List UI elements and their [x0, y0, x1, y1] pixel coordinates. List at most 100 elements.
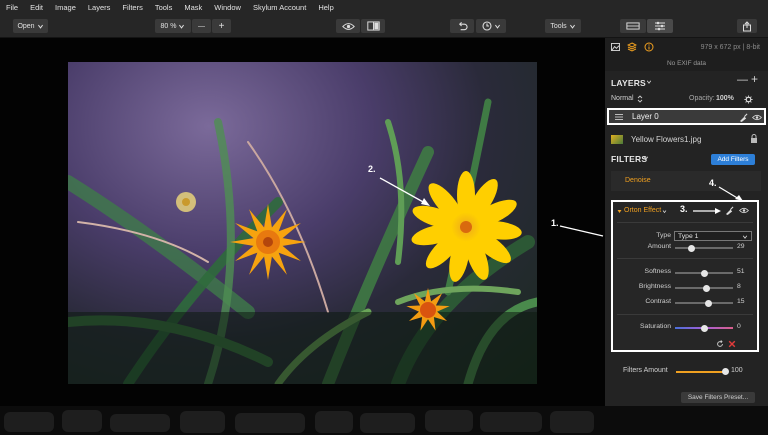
annotation-arrows	[379, 177, 604, 237]
tools-dropdown[interactable]: Tools	[545, 19, 581, 33]
brush-icon[interactable]	[725, 206, 734, 215]
type-label: Type	[656, 232, 671, 239]
slider-label-saturation: Saturation	[640, 323, 671, 330]
layer0-name: Layer 0	[632, 112, 659, 121]
image-dimensions: 979 x 672 px | 8-bit	[700, 44, 760, 51]
zoom-out-button[interactable]: —	[192, 19, 211, 33]
preview-button[interactable]	[336, 19, 360, 33]
filters-amount-value: 100	[731, 367, 743, 374]
adjustments-button[interactable]	[647, 19, 673, 33]
annotation-3: 3.	[680, 204, 688, 214]
lock-icon	[751, 134, 757, 143]
film-strip-icon	[626, 22, 640, 30]
blurred-filmstrip	[0, 406, 768, 435]
slider-knob-brightness[interactable]	[702, 284, 710, 292]
chevron-down-icon	[37, 24, 43, 29]
brush-icon[interactable]	[739, 113, 748, 122]
menu-edit[interactable]: Edit	[30, 3, 43, 12]
panel-view-button[interactable]	[620, 19, 646, 33]
remove-layer-button[interactable]: —	[737, 74, 748, 86]
slider-value-amount: 29	[737, 243, 745, 250]
slider-label-brightness: Brightness	[638, 283, 671, 290]
minus-label: —	[198, 22, 205, 30]
save-filters-preset-button[interactable]: Save Filters Preset...	[681, 392, 755, 403]
chevron-down-icon[interactable]	[643, 155, 649, 161]
bottom-strip	[0, 406, 768, 435]
menu-window[interactable]: Window	[214, 3, 241, 12]
add-filters-button[interactable]: Add Filters	[711, 154, 755, 165]
delete-filter-icon[interactable]	[728, 340, 736, 348]
slider-label-contrast: Contrast	[645, 298, 671, 305]
slider-knob-contrast[interactable]	[704, 299, 712, 307]
slider-value-contrast: 15	[737, 298, 745, 305]
menu-filters[interactable]: Filters	[122, 3, 142, 12]
blend-mode-select[interactable]: Normal	[611, 95, 634, 102]
exif-status: No EXIF data	[666, 60, 707, 67]
open-label: Open	[17, 22, 35, 30]
menu-bar: File Edit Image Layers Filters Tools Mas…	[0, 0, 768, 14]
image-canvas[interactable]: 2. 1.	[0, 38, 605, 406]
slider-value-saturation: 0	[737, 323, 741, 330]
slider-knob-softness[interactable]	[701, 269, 709, 277]
chevron-down-icon	[179, 24, 185, 29]
add-layer-button[interactable]: +	[751, 72, 758, 86]
slider-track-amount[interactable]	[675, 247, 733, 249]
tools-label: Tools	[550, 22, 567, 30]
layers-title: LAYERS	[611, 78, 646, 88]
eye-icon[interactable]	[739, 207, 749, 214]
toolbar: Open 80 % — + Tools	[0, 14, 768, 38]
right-panel: 979 x 672 px | 8-bit No EXIF data LAYERS…	[605, 38, 768, 406]
menu-skylum-account[interactable]: Skylum Account	[253, 3, 306, 12]
slider-value-softness: 51	[737, 268, 745, 275]
caret-down-icon[interactable]	[617, 209, 622, 214]
annotation-3-arrow	[693, 208, 721, 214]
image-thumbnail	[611, 134, 623, 144]
type-select[interactable]: Type 1	[674, 231, 752, 241]
zoom-dropdown[interactable]: 80 %	[155, 19, 191, 33]
updown-icon	[637, 95, 643, 103]
filters-amount-knob[interactable]	[722, 368, 729, 375]
reset-icon[interactable]	[716, 340, 724, 348]
compare-icon	[366, 21, 380, 31]
open-button[interactable]: Open	[13, 19, 48, 33]
layer-row-image[interactable]: Yellow Flowers1.jpg	[605, 130, 768, 148]
menu-tools[interactable]: Tools	[155, 3, 173, 12]
compare-button[interactable]	[361, 19, 385, 33]
filter-orton-effect: Orton Effect 3. Type Type 1 Amount 29 Soft…	[611, 200, 759, 352]
chevron-down-icon	[569, 24, 575, 29]
slider-knob-saturation[interactable]	[700, 324, 708, 332]
filters-title: FILTERS	[611, 154, 648, 164]
chevron-down-icon[interactable]	[646, 79, 652, 85]
orton-effect-title[interactable]: Orton Effect	[624, 207, 661, 214]
save-filters-label: Save Filters Preset...	[687, 394, 749, 401]
sliders-icon	[655, 21, 665, 31]
menu-mask[interactable]: Mask	[184, 3, 202, 12]
clock-icon	[481, 21, 492, 31]
chevron-down-icon[interactable]	[662, 209, 667, 214]
share-button[interactable]	[737, 19, 757, 33]
image-info-icon[interactable]	[611, 43, 620, 51]
denoise-label: Denoise	[625, 177, 651, 184]
layer-row-layer0[interactable]: Layer 0	[607, 108, 766, 125]
history-button[interactable]	[476, 19, 506, 33]
info-icon[interactable]	[644, 42, 654, 52]
menu-help[interactable]: Help	[318, 3, 333, 12]
slider-knob-amount[interactable]	[688, 244, 696, 252]
layers-stack-icon[interactable]	[627, 42, 637, 52]
eye-icon[interactable]	[752, 114, 762, 121]
gear-icon[interactable]	[744, 95, 753, 104]
annotation-4: 4.	[709, 178, 717, 188]
eye-icon	[341, 22, 355, 30]
menu-file[interactable]: File	[6, 3, 18, 12]
menu-image[interactable]: Image	[55, 3, 76, 12]
undo-button[interactable]	[450, 19, 474, 33]
divider	[617, 222, 753, 223]
filters-amount-label: Filters Amount	[623, 367, 668, 374]
zoom-in-button[interactable]: +	[212, 19, 231, 33]
divider	[617, 258, 753, 259]
opacity-value[interactable]: 100%	[716, 95, 734, 102]
slider-value-brightness: 8	[737, 283, 741, 290]
filters-amount-track[interactable]	[676, 371, 726, 373]
add-filters-label: Add Filters	[717, 156, 749, 163]
menu-layers[interactable]: Layers	[88, 3, 111, 12]
